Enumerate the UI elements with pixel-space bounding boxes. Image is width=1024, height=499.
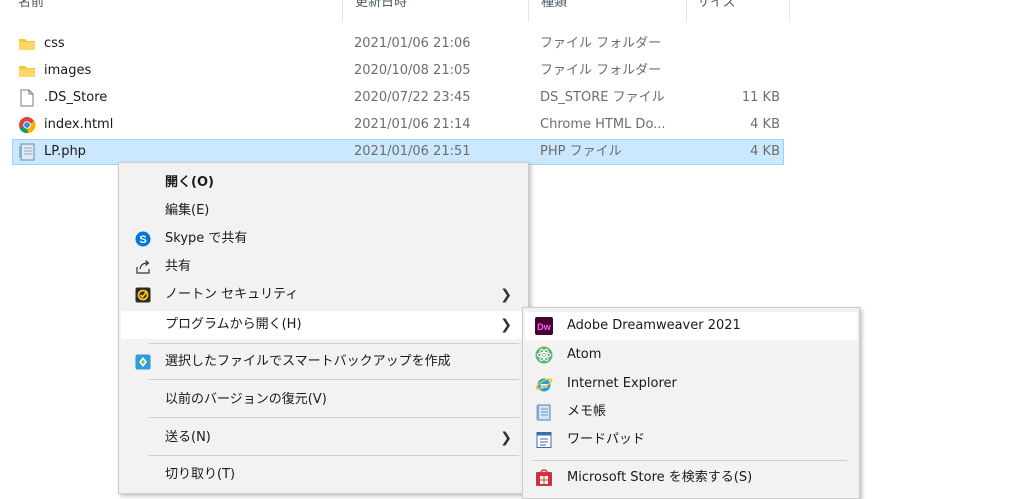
menu-separator [149, 455, 519, 456]
file-name: LP.php [44, 144, 86, 159]
menu-item-skype-share[interactable]: S Skype で共有 [121, 225, 526, 253]
norton-icon [135, 287, 151, 303]
chevron-right-icon: ❯ [500, 317, 512, 333]
microsoft-store-icon [536, 469, 552, 486]
skype-icon: S [135, 231, 151, 247]
menu-item-restore-previous[interactable]: 以前のバージョンの復元(V) [121, 386, 526, 414]
menu-item-label: ノートン セキュリティ [165, 287, 299, 302]
submenu-item-wordpad[interactable]: ワードパッド [525, 426, 857, 454]
column-divider[interactable] [528, 0, 529, 22]
menu-item-share[interactable]: 共有 [121, 253, 526, 281]
share-icon [136, 260, 150, 274]
notepad-icon [536, 404, 551, 421]
submenu-item-dreamweaver[interactable]: Dw Adobe Dreamweaver 2021 [525, 312, 857, 340]
file-name: .DS_Store [44, 90, 108, 105]
menu-item-label: 送る(N) [165, 430, 211, 445]
menu-item-norton-security[interactable]: ノートン セキュリティ ❯ [121, 281, 526, 309]
file-date: 2020/07/22 23:45 [354, 90, 471, 105]
dreamweaver-icon: Dw [535, 317, 553, 335]
php-file-icon [19, 143, 35, 161]
menu-item-label: プログラムから開く(H) [165, 317, 302, 332]
column-header-size[interactable]: サイズ [691, 0, 791, 18]
file-date: 2021/01/06 21:06 [354, 36, 471, 51]
menu-item-send-to[interactable]: 送る(N) ❯ [121, 424, 526, 452]
menu-item-cut[interactable]: 切り取り(T) [121, 461, 526, 489]
submenu-item-internet-explorer[interactable]: Internet Explorer [525, 370, 857, 398]
file-row-ds-store[interactable]: .DS_Store 2020/07/22 23:45 DS_STORE ファイル… [12, 85, 784, 111]
file-type: Chrome HTML Do... [540, 117, 666, 132]
column-header-type[interactable]: 種類 [535, 0, 685, 18]
internet-explorer-icon [535, 378, 553, 392]
submenu-item-label: メモ帳 [567, 404, 607, 419]
file-icon [20, 89, 34, 107]
file-type: ファイル フォルダー [540, 36, 662, 51]
menu-item-label: 選択したファイルでスマートバックアップを作成 [165, 354, 451, 369]
folder-icon [19, 66, 35, 77]
file-type: PHP ファイル [540, 144, 622, 159]
menu-separator [149, 417, 519, 418]
svg-text:Dw: Dw [537, 322, 551, 332]
submenu-item-notepad[interactable]: メモ帳 [525, 398, 857, 426]
file-size: 4 KB [750, 144, 780, 159]
backup-icon [135, 354, 151, 370]
svg-text:S: S [139, 234, 146, 246]
file-date: 2020/10/08 21:05 [354, 63, 471, 78]
chevron-right-icon: ❯ [500, 430, 512, 446]
file-date: 2021/01/06 21:14 [354, 117, 471, 132]
file-name: css [44, 36, 65, 51]
file-name: images [44, 63, 92, 78]
submenu-item-atom[interactable]: Atom [525, 341, 857, 369]
submenu-item-label: Atom [567, 347, 602, 362]
file-row-images[interactable]: images 2020/10/08 21:05 ファイル フォルダー [12, 58, 784, 84]
submenu-item-label: Adobe Dreamweaver 2021 [567, 318, 741, 333]
open-with-submenu: Dw Adobe Dreamweaver 2021 Atom Internet … [522, 307, 860, 499]
submenu-item-label: Internet Explorer [567, 376, 677, 391]
menu-item-label: Skype で共有 [165, 231, 248, 246]
chrome-icon [19, 117, 36, 134]
file-size: 4 KB [750, 117, 780, 132]
menu-item-label: 編集(E) [165, 203, 210, 218]
file-size: 11 KB [741, 90, 780, 105]
wordpad-icon [536, 432, 552, 448]
menu-item-label: 切り取り(T) [165, 467, 236, 482]
file-type: DS_STORE ファイル [540, 90, 665, 105]
atom-icon [535, 346, 553, 364]
menu-separator [149, 343, 519, 344]
column-header: 名前 更新日時 種類 サイズ [0, 0, 1024, 22]
menu-item-label: 共有 [165, 259, 192, 274]
menu-item-open[interactable]: 開く(O) [121, 169, 526, 197]
menu-item-label: 以前のバージョンの復元(V) [165, 392, 327, 407]
column-header-name[interactable]: 名前 [12, 0, 342, 18]
file-name: index.html [44, 117, 114, 132]
menu-separator [533, 460, 847, 461]
menu-item-smart-backup[interactable]: 選択したファイルでスマートバックアップを作成 [121, 348, 526, 376]
chevron-right-icon: ❯ [500, 287, 512, 303]
column-divider[interactable] [342, 0, 343, 22]
menu-item-open-with[interactable]: プログラムから開く(H) ❯ [121, 311, 526, 339]
column-header-date[interactable]: 更新日時 [349, 0, 529, 18]
menu-item-edit[interactable]: 編集(E) [121, 197, 526, 225]
menu-item-label: 開く(O) [165, 175, 214, 190]
file-row-index-html[interactable]: index.html 2021/01/06 21:14 Chrome HTML … [12, 112, 784, 138]
column-divider[interactable] [789, 0, 790, 22]
submenu-item-microsoft-store[interactable]: Microsoft Store を検索する(S) [525, 464, 857, 492]
file-type: ファイル フォルダー [540, 63, 662, 78]
file-row-css[interactable]: css 2021/01/06 21:06 ファイル フォルダー [12, 31, 784, 57]
context-menu: 開く(O) 編集(E) S Skype で共有 共有 ノートン セキュリティ ❯… [118, 162, 529, 494]
folder-icon [19, 39, 35, 50]
submenu-item-label: ワードパッド [567, 432, 646, 447]
column-divider[interactable] [686, 0, 687, 22]
menu-separator [149, 379, 519, 380]
